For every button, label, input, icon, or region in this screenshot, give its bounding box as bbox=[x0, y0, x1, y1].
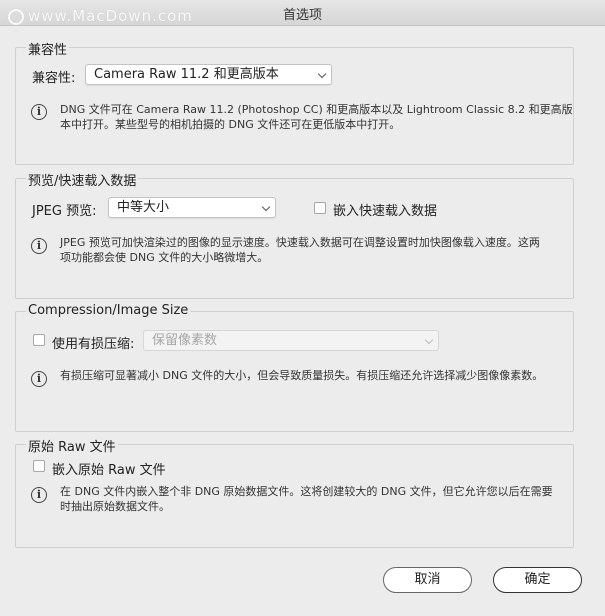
compatibility-info-line1: DNG 文件可在 Camera Raw 11.2 (Photoshop CC) … bbox=[60, 103, 573, 116]
info-icon: i bbox=[31, 487, 47, 503]
ok-button[interactable]: 确定 bbox=[493, 567, 582, 593]
compression-info-line1: 有损压缩可显著减小 DNG 文件的大小，但会导致质量损失。有损压缩还允许选择减少… bbox=[60, 369, 544, 382]
chevron-down-icon bbox=[317, 69, 327, 79]
compatibility-label: 兼容性: bbox=[32, 71, 76, 86]
jpeg-preview-select[interactable]: 中等大小 bbox=[108, 197, 276, 218]
raw-info-line2: 时抽出原始数据文件。 bbox=[60, 500, 170, 513]
compatibility-select-value: Camera Raw 11.2 和更高版本 bbox=[94, 67, 279, 82]
compression-legend: Compression/Image Size bbox=[26, 303, 191, 318]
compatibility-info-line2: 本中打开。某些型号的相机拍摄的 DNG 文件还可在更低版本中打开。 bbox=[60, 118, 401, 131]
preview-info-line2: 项功能都会使 DNG 文件的大小略微增大。 bbox=[60, 251, 269, 264]
embed-fast-load-checkbox[interactable] bbox=[314, 202, 326, 214]
embed-raw-label: 嵌入原始 Raw 文件 bbox=[52, 463, 166, 478]
info-icon: i bbox=[31, 104, 47, 120]
compatibility-legend: 兼容性 bbox=[26, 39, 70, 58]
embed-raw-checkbox[interactable] bbox=[33, 460, 45, 472]
jpeg-preview-select-value: 中等大小 bbox=[117, 200, 170, 215]
info-icon: i bbox=[31, 371, 47, 387]
preview-legend: 预览/快速载入数据 bbox=[26, 170, 139, 189]
chevron-down-icon bbox=[424, 335, 434, 345]
chevron-down-icon bbox=[261, 202, 271, 212]
lossy-compression-label: 使用有损压缩: bbox=[52, 337, 135, 352]
pixel-count-select[interactable]: 保留像素数 bbox=[143, 330, 439, 351]
info-icon: i bbox=[31, 238, 47, 254]
compatibility-select[interactable]: Camera Raw 11.2 和更高版本 bbox=[85, 64, 332, 85]
raw-info-line1: 在 DNG 文件内嵌入整个非 DNG 原始数据文件。这将创建较大的 DNG 文件… bbox=[60, 485, 553, 498]
cancel-button[interactable]: 取消 bbox=[383, 567, 472, 593]
jpeg-preview-label: JPEG 预览: bbox=[32, 204, 97, 219]
lossy-compression-checkbox[interactable] bbox=[33, 334, 45, 346]
embed-fast-load-label: 嵌入快速载入数据 bbox=[333, 204, 438, 219]
window-title: 首选项 bbox=[282, 8, 322, 23]
pixel-count-select-value: 保留像素数 bbox=[152, 333, 218, 348]
raw-legend: 原始 Raw 文件 bbox=[26, 436, 118, 455]
title-bar: www.MacDown.com 首选项 bbox=[0, 0, 605, 26]
preview-info-line1: JPEG 预览可加快渲染过的图像的显示速度。快速载入数据可在调整设置时加快图像载… bbox=[60, 236, 540, 249]
